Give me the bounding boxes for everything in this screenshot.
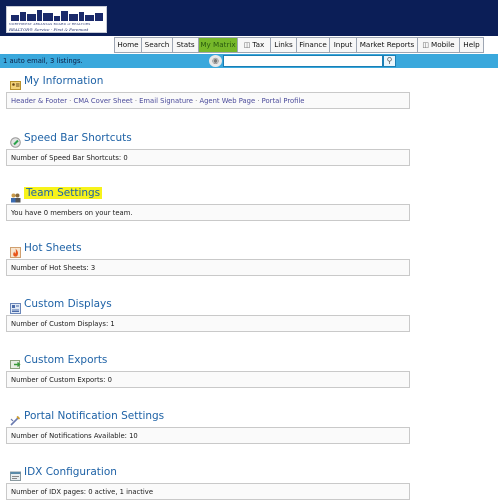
tab-market-reports[interactable]: Market Reports	[357, 37, 418, 53]
speed-bar-input[interactable]	[223, 55, 383, 67]
tab-label: Input	[333, 40, 353, 49]
status-text[interactable]: 1 auto email, 3 listings.	[3, 54, 83, 68]
board-logo[interactable]: NORTHWEST ARKANSAS BOARD of REALTORS REA…	[6, 6, 107, 33]
tab-label: Links	[274, 40, 293, 49]
my-information-links: Header & Footer · CMA Cover Sheet · Emai…	[11, 93, 305, 109]
window-icon: ◫	[422, 41, 430, 49]
link-email-signature[interactable]: Email Signature	[139, 97, 193, 105]
section-hot-sheets-body: Number of Hot Sheets: 3	[6, 259, 410, 276]
skyline-icon	[11, 10, 103, 21]
tab-search[interactable]: Search	[142, 37, 173, 53]
tab-links[interactable]: Links	[271, 37, 297, 53]
tab-input[interactable]: Input	[330, 37, 357, 53]
section-title[interactable]: Speed Bar Shortcuts	[24, 132, 132, 144]
section-detail-text: Number of Custom Displays: 1	[11, 320, 115, 328]
tab-my-matrix[interactable]: My Matrix	[199, 37, 238, 53]
section-detail-text: Number of Custom Exports: 0	[11, 376, 112, 384]
link-header-footer[interactable]: Header & Footer	[11, 97, 67, 105]
section-portal-notification-body: Number of Notifications Available: 10	[6, 427, 410, 444]
section-my-information-body: Header & Footer · CMA Cover Sheet · Emai…	[6, 92, 410, 109]
tab-label: Mobile	[431, 40, 455, 49]
tab-label: Finance	[299, 40, 327, 49]
speed-bar-icon	[10, 133, 21, 148]
tab-label: Home	[117, 40, 139, 49]
export-icon	[10, 355, 21, 369]
tab-label: Help	[463, 40, 480, 49]
logo-org-name: NORTHWEST ARKANSAS BOARD of REALTORS	[9, 22, 91, 26]
section-title[interactable]: Portal Notification Settings	[24, 410, 164, 422]
display-icon	[10, 299, 21, 314]
search-icon[interactable]: ⚲	[383, 55, 396, 67]
section-title[interactable]: Custom Exports	[24, 354, 107, 366]
tab-mobile[interactable]: ◫ Mobile	[418, 37, 460, 53]
section-detail-text: You have 0 members on your team.	[11, 209, 133, 217]
section-idx-configuration-body: Number of IDX pages: 0 active, 1 inactiv…	[6, 483, 410, 500]
idx-icon	[10, 467, 21, 481]
tab-help[interactable]: Help	[460, 37, 484, 53]
flame-icon	[10, 243, 21, 258]
section-title[interactable]: My Information	[24, 75, 103, 87]
logo-tagline: REALTOR® Service - First & Foremost	[9, 27, 89, 32]
tab-home[interactable]: Home	[114, 37, 142, 53]
section-title[interactable]: Custom Displays	[24, 298, 112, 310]
header-bar: NORTHWEST ARKANSAS BOARD of REALTORS REA…	[0, 0, 498, 36]
section-custom-exports-title: Custom Exports	[10, 353, 107, 369]
main-nav-tabs: Home Search Stats My Matrix ◫ Tax Links F…	[114, 37, 484, 53]
section-detail-text: Number of IDX pages: 0 active, 1 inactiv…	[11, 488, 154, 496]
window-icon: ◫	[243, 41, 251, 49]
tab-label: My Matrix	[200, 40, 236, 49]
tab-finance[interactable]: Finance	[297, 37, 330, 53]
tab-label: Tax	[252, 40, 265, 49]
section-speed-bar-shortcuts-title: Speed Bar Shortcuts	[10, 131, 132, 148]
section-detail-text: Number of Speed Bar Shortcuts: 0	[11, 154, 128, 162]
section-my-information-title: My Information	[10, 74, 103, 90]
globe-icon[interactable]: ◉	[209, 55, 222, 67]
section-title[interactable]: Team Settings	[24, 187, 103, 199]
section-detail-text: Number of Notifications Available: 10	[11, 432, 138, 440]
section-team-settings-title: Team Settings	[10, 186, 103, 202]
section-title[interactable]: IDX Configuration	[24, 466, 117, 478]
section-detail-text: Number of Hot Sheets: 3	[11, 264, 96, 272]
status-bar: 1 auto email, 3 listings. ◉ ⚲	[0, 54, 498, 68]
tab-label: Search	[144, 40, 170, 49]
section-title[interactable]: Hot Sheets	[24, 242, 82, 254]
link-agent-web-page[interactable]: Agent Web Page	[199, 97, 255, 105]
section-custom-exports-body: Number of Custom Exports: 0	[6, 371, 410, 388]
link-cma-cover-sheet[interactable]: CMA Cover Sheet	[74, 97, 133, 105]
tab-tax[interactable]: ◫ Tax	[238, 37, 271, 53]
tab-stats[interactable]: Stats	[173, 37, 199, 53]
section-custom-displays-body: Number of Custom Displays: 1	[6, 315, 410, 332]
tab-label: Stats	[176, 40, 195, 49]
section-team-settings-body: You have 0 members on your team.	[6, 204, 410, 221]
team-icon	[10, 188, 21, 202]
section-idx-configuration-title: IDX Configuration	[10, 465, 117, 481]
notification-icon	[10, 411, 21, 426]
section-hot-sheets-title: Hot Sheets	[10, 241, 82, 258]
person-card-icon	[10, 76, 21, 90]
section-portal-notification-title: Portal Notification Settings	[10, 409, 164, 426]
link-portal-profile[interactable]: Portal Profile	[262, 97, 305, 105]
section-speed-bar-shortcuts-body: Number of Speed Bar Shortcuts: 0	[6, 149, 410, 166]
tab-label: Market Reports	[359, 40, 415, 49]
section-custom-displays-title: Custom Displays	[10, 297, 112, 314]
